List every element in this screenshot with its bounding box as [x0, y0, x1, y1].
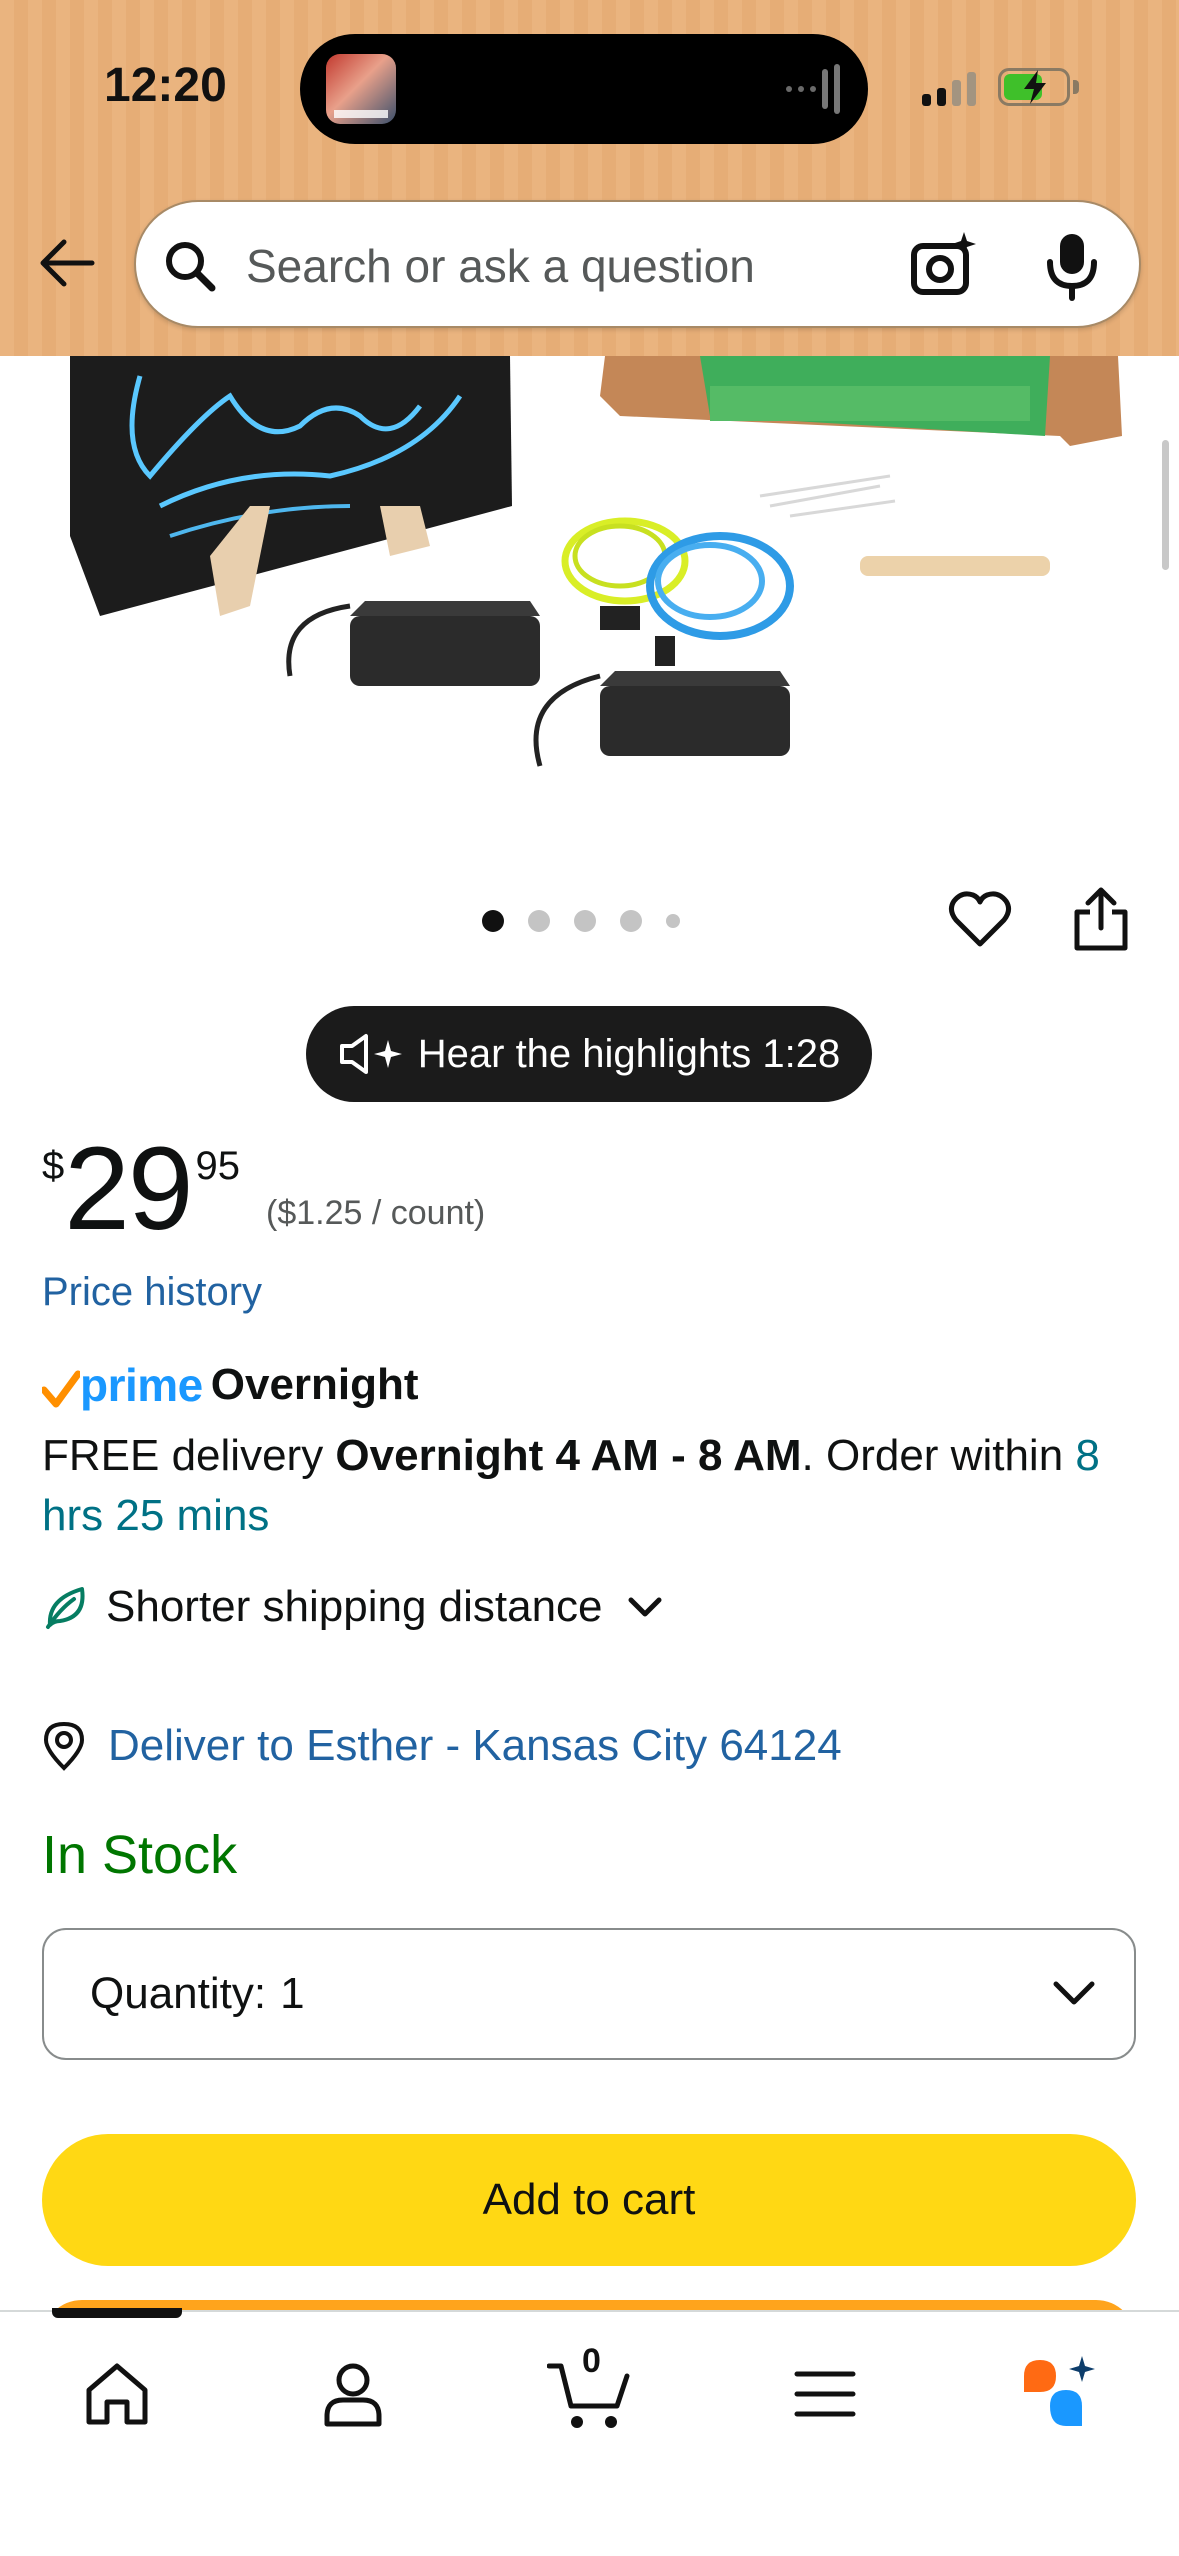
- prime-check-icon: [42, 1370, 80, 1408]
- quantity-label: Quantity:: [90, 1969, 267, 2018]
- camera-sparkle-icon[interactable]: [908, 230, 980, 302]
- heart-icon[interactable]: [948, 890, 1012, 950]
- bottom-nav: 0: [0, 2308, 1179, 2556]
- chevron-down-icon: [628, 1597, 662, 1617]
- shipping-distance-toggle[interactable]: Shorter shipping distance: [42, 1582, 665, 1632]
- el-wire-kit-photo: [70, 356, 1122, 767]
- nav-account[interactable]: [308, 2348, 398, 2440]
- search-bar[interactable]: [134, 200, 1141, 328]
- hamburger-icon: [794, 2371, 856, 2417]
- carousel-dot[interactable]: [574, 910, 596, 932]
- carousel-dot[interactable]: [666, 914, 680, 928]
- add-to-cart-button[interactable]: Add to cart: [42, 2134, 1136, 2266]
- delivery-message: FREE delivery Overnight 4 AM - 8 AM. Ord…: [42, 1426, 1152, 1546]
- audio-waveform-icon: [786, 64, 840, 114]
- active-tab-indicator: [52, 2308, 182, 2318]
- prime-logo: prime: [80, 1359, 203, 1411]
- hear-highlights-label: Hear the highlights 1:28: [417, 1031, 841, 1076]
- dynamic-island[interactable]: [300, 34, 868, 144]
- carousel-dot[interactable]: [482, 910, 504, 932]
- location-pin-icon: [43, 1721, 85, 1771]
- delivery-window: Overnight 4 AM - 8 AM: [335, 1431, 802, 1480]
- image-carousel-dots[interactable]: [482, 910, 680, 932]
- scroll-indicator[interactable]: [1162, 440, 1169, 570]
- prime-badge: prime Overnight: [42, 1358, 419, 1412]
- shipping-distance-label: Shorter shipping distance: [106, 1582, 603, 1631]
- prime-service: Overnight: [210, 1360, 419, 1409]
- stock-status: In Stock: [42, 1825, 238, 1885]
- home-icon: [86, 2363, 148, 2425]
- carousel-dot[interactable]: [528, 910, 550, 932]
- nav-home[interactable]: [72, 2348, 162, 2440]
- search-icon: [166, 242, 216, 292]
- status-time: 12:20: [104, 59, 227, 112]
- delivery-middle: . Order within: [801, 1431, 1076, 1480]
- nav-menu[interactable]: [780, 2348, 870, 2440]
- chevron-down-icon: [1053, 1981, 1095, 2005]
- nav-cart[interactable]: 0: [540, 2342, 640, 2440]
- signal-strength-icon: [922, 72, 976, 106]
- hear-highlights-button[interactable]: Hear the highlights 1:28: [306, 1006, 872, 1102]
- price-history-link[interactable]: Price history: [42, 1270, 262, 1315]
- leaf-icon: [46, 1587, 85, 1629]
- product-image[interactable]: [0, 356, 1179, 856]
- delivery-prefix: FREE delivery: [42, 1431, 336, 1480]
- top-header: 12:20: [0, 0, 1179, 356]
- quantity-select[interactable]: Quantity: 1: [42, 1928, 1136, 2060]
- quantity-value: 1: [280, 1969, 305, 2018]
- back-arrow-icon[interactable]: [36, 232, 98, 294]
- share-icon[interactable]: [1072, 886, 1130, 952]
- price-fraction: 95: [195, 1144, 241, 1188]
- price: $ 29 95: [42, 1130, 240, 1248]
- microphone-icon[interactable]: [1042, 230, 1102, 302]
- charging-bolt-icon: [1024, 70, 1046, 104]
- search-input[interactable]: [246, 232, 926, 300]
- nav-rufus[interactable]: [1010, 2348, 1110, 2440]
- price-whole: 29: [64, 1123, 193, 1255]
- cart-count-badge: 0: [582, 2342, 601, 2380]
- deliver-to-label: Deliver to Esther - Kansas City 64124: [108, 1721, 842, 1770]
- rufus-ai-icon: [1024, 2356, 1095, 2426]
- person-icon: [324, 2363, 382, 2427]
- deliver-to-location[interactable]: Deliver to Esther - Kansas City 64124: [42, 1720, 842, 1772]
- album-art-icon: [326, 54, 396, 124]
- speaker-sparkle-icon: [339, 1034, 402, 1074]
- carousel-dot[interactable]: [620, 910, 642, 932]
- unit-price: ($1.25 / count): [266, 1194, 486, 1232]
- price-symbol: $: [42, 1144, 65, 1188]
